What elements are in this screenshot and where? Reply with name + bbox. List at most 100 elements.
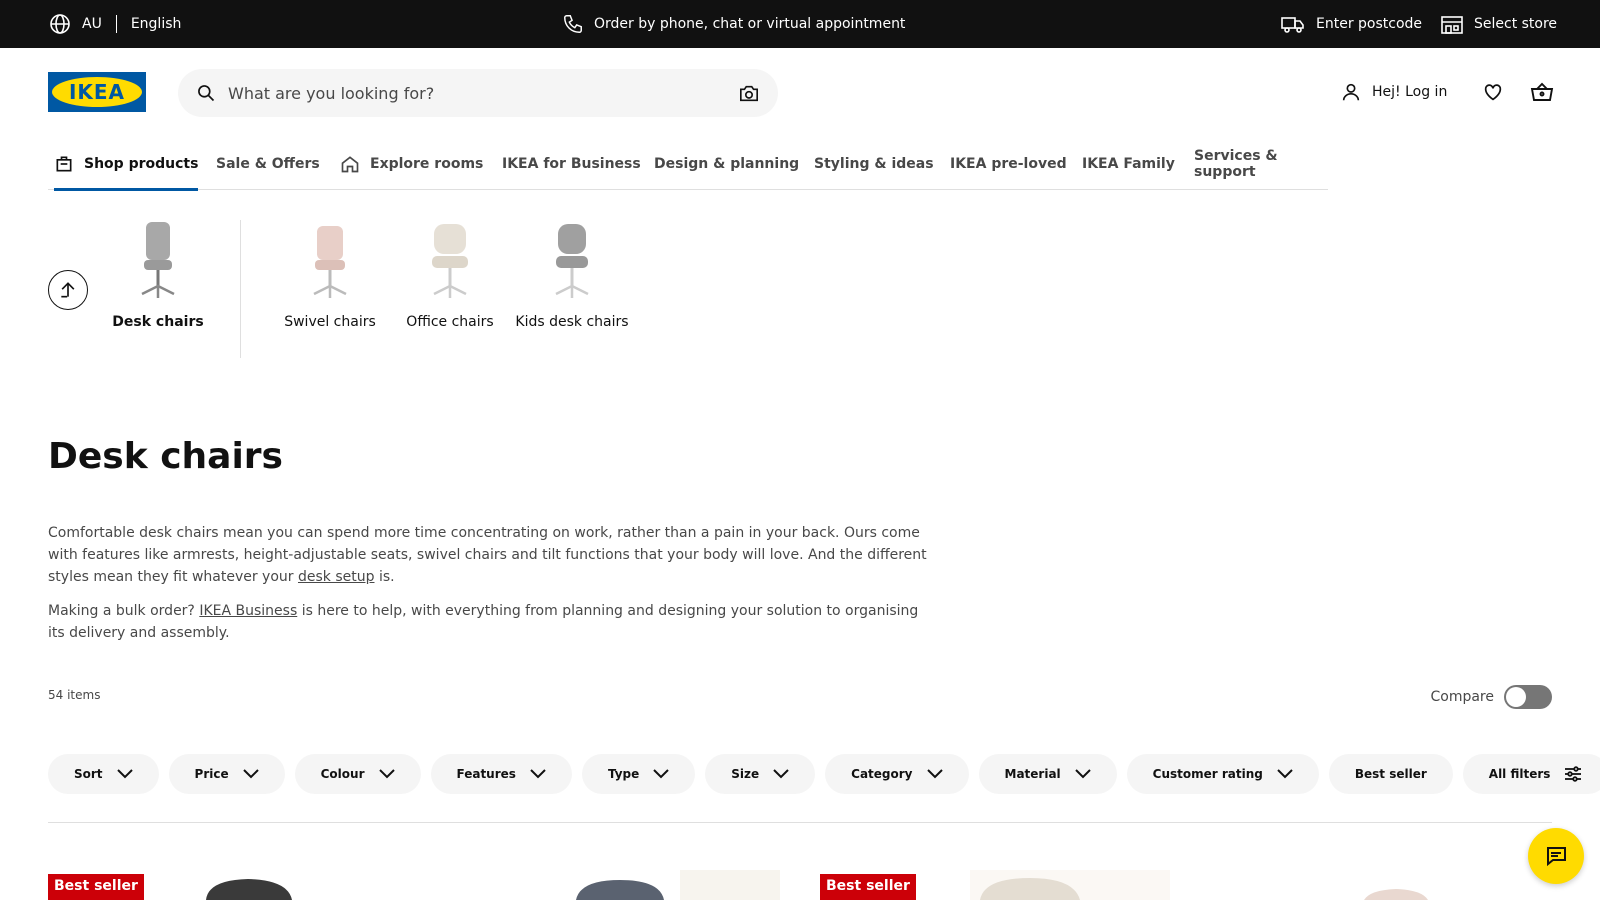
customer-rating-filter[interactable]: Customer rating: [1126, 754, 1319, 794]
filter-label: Category: [851, 767, 913, 781]
divider: [115, 15, 117, 33]
chat-button[interactable]: [1528, 828, 1584, 884]
chat-icon: [1547, 847, 1566, 867]
favourites-button[interactable]: [1482, 72, 1504, 112]
page-description: Comfortable desk chairs mean you can spe…: [48, 522, 928, 588]
logo-oval: IKEA: [52, 77, 142, 107]
tab-design-planning[interactable]: Design & planning: [654, 140, 799, 190]
description-text: Making a bulk order?: [48, 603, 200, 619]
category-kids-desk-chairs[interactable]: Kids desk chairs: [512, 220, 632, 330]
back-up-button[interactable]: [48, 270, 88, 310]
desk-setup-link[interactable]: desk setup: [298, 569, 375, 585]
size-filter[interactable]: Size: [705, 754, 816, 794]
chevron-down-icon: [1074, 769, 1091, 779]
chevron-down-icon: [653, 769, 669, 779]
filter-label: Size: [731, 767, 760, 781]
features-filter[interactable]: Features: [430, 754, 572, 794]
filter-label: Sort: [74, 767, 103, 781]
ikea-logo[interactable]: IKEA: [48, 72, 146, 112]
search-bar: [178, 69, 778, 117]
home-icon: [341, 156, 359, 173]
bag-icon: [56, 156, 72, 172]
search-input[interactable]: [228, 83, 738, 103]
tab-explore-rooms[interactable]: Explore rooms: [340, 140, 483, 190]
heart-icon: [1484, 84, 1502, 101]
best-seller-badge: Best seller: [820, 874, 916, 900]
tab-services-support[interactable]: Services & support: [1194, 140, 1328, 190]
filter-label: Best seller: [1354, 767, 1427, 781]
price-filter[interactable]: Price: [168, 754, 285, 794]
material-filter[interactable]: Material: [978, 754, 1117, 794]
tab-label: Services & support: [1194, 148, 1278, 180]
compare-toggle[interactable]: [1504, 685, 1552, 709]
enter-postcode-button[interactable]: Enter postcode: [1280, 0, 1422, 48]
globe-icon: [50, 14, 70, 34]
filter-label: Features: [456, 767, 516, 781]
ikea-business-link[interactable]: IKEA Business: [199, 603, 297, 619]
category-label: Kids desk chairs: [515, 314, 629, 330]
description-text: is.: [374, 569, 395, 585]
order-text: Order by phone, chat or virtual appointm…: [594, 16, 906, 32]
page-title: Desk chairs: [48, 436, 283, 477]
tab-ikea-pre-loved[interactable]: IKEA pre-loved: [950, 140, 1067, 190]
bulk-order-description: Making a bulk order? IKEA Business is he…: [48, 600, 928, 644]
tab-ikea-family[interactable]: IKEA Family: [1082, 140, 1175, 190]
filter-label: Material: [1004, 767, 1061, 781]
shopping-bag-button[interactable]: [1530, 72, 1554, 112]
product-image-chair-pink[interactable]: [1356, 870, 1436, 900]
filter-label: All filters: [1488, 767, 1551, 781]
login-button[interactable]: Hej! Log in: [1340, 72, 1447, 112]
tab-styling-ideas[interactable]: Styling & ideas: [814, 140, 934, 190]
sort-filter[interactable]: Sort: [48, 754, 159, 794]
filter-bar: Sort Price Colour Features Type Size Cat…: [48, 754, 1600, 794]
chevron-down-icon: [242, 769, 259, 779]
truck-icon: [1281, 17, 1304, 33]
arrow-up-icon: [61, 282, 75, 298]
description-text: Comfortable desk chairs mean you can spe…: [48, 525, 927, 585]
kids-chair-image: [555, 224, 589, 298]
category-divider: [240, 220, 241, 358]
login-text: Hej! Log in: [1372, 84, 1448, 100]
chevron-down-icon: [378, 769, 395, 779]
search-icon: [198, 85, 215, 102]
chevron-down-icon: [926, 769, 943, 779]
category-swivel-chairs[interactable]: Swivel chairs: [270, 220, 390, 330]
item-count: 54 items: [48, 688, 101, 702]
tab-sale-offers[interactable]: Sale & Offers: [216, 140, 320, 190]
tab-label: IKEA Family: [1082, 156, 1175, 172]
all-filters-button[interactable]: All filters: [1462, 754, 1600, 794]
chevron-down-icon: [1277, 769, 1293, 779]
region-language-selector[interactable]: AU English: [48, 0, 181, 48]
product-image-chair-dark[interactable]: [198, 870, 308, 900]
category-label: Office chairs: [406, 314, 494, 330]
toggle-knob: [1506, 687, 1526, 707]
order-by-phone-link[interactable]: Order by phone, chat or virtual appointm…: [562, 0, 905, 48]
type-filter[interactable]: Type: [581, 754, 696, 794]
top-bar: AU English Order by phone, chat or virtu…: [0, 0, 1600, 48]
tab-ikea-for-business[interactable]: IKEA for Business: [502, 140, 641, 190]
best-seller-filter[interactable]: Best seller: [1328, 754, 1453, 794]
user-icon: [1342, 83, 1360, 101]
camera-icon[interactable]: [738, 83, 760, 103]
filter-label: Colour: [320, 767, 365, 781]
category-filter[interactable]: Category: [825, 754, 969, 794]
colour-filter[interactable]: Colour: [294, 754, 421, 794]
region-code: AU: [82, 16, 102, 32]
product-image-chair-beige[interactable]: [970, 870, 1170, 900]
filter-label: Price: [194, 767, 229, 781]
category-desk-chairs[interactable]: Desk chairs: [98, 220, 218, 330]
filter-sliders-icon: [1565, 766, 1582, 782]
product-image-chair-grey[interactable]: [560, 870, 780, 900]
tab-label: Sale & Offers: [216, 156, 320, 172]
compare-toggle-group: Compare: [1430, 685, 1552, 709]
tab-label: IKEA for Business: [502, 156, 641, 172]
main-nav: Shop products Sale & Offers Explore room…: [48, 140, 1328, 191]
tab-shop-products[interactable]: Shop products: [54, 140, 199, 191]
divider: [48, 822, 1552, 823]
category-office-chairs[interactable]: Office chairs: [390, 220, 510, 330]
best-seller-badge: Best seller: [48, 874, 144, 900]
select-store-button[interactable]: Select store: [1440, 0, 1557, 48]
phone-icon: [564, 15, 582, 33]
basket-icon: [1530, 82, 1554, 101]
desk-chair-image: [141, 222, 175, 298]
